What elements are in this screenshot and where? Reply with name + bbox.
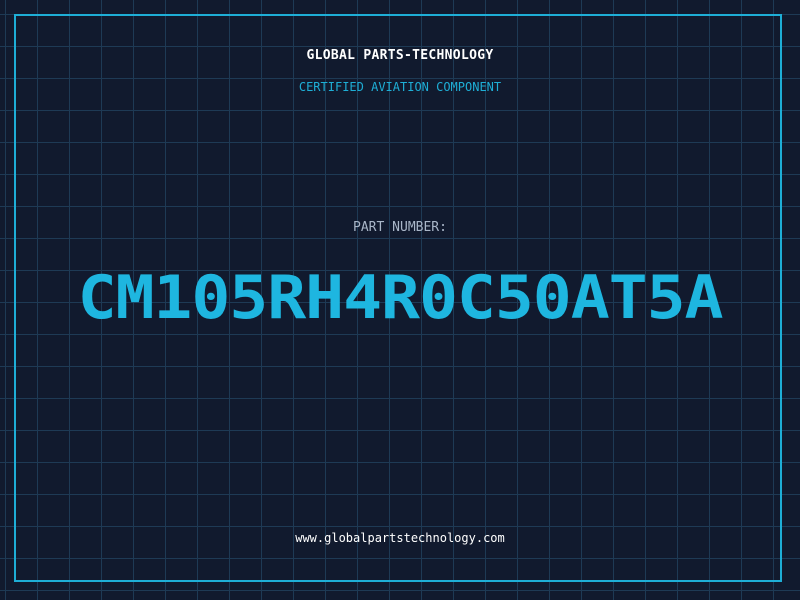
brand-title: GLOBAL PARTS-TECHNOLOGY — [306, 48, 494, 63]
website-url: www.globalpartstechnology.com — [295, 531, 505, 545]
part-number-label: PART NUMBER: — [353, 220, 447, 235]
certification-subtitle: CERTIFIED AVIATION COMPONENT — [298, 80, 502, 94]
certificate-card: GLOBAL PARTS-TECHNOLOGY CERTIFIED AVIATI… — [0, 0, 800, 600]
part-number-value: CM105RH4R0C50AT5A — [77, 263, 724, 333]
